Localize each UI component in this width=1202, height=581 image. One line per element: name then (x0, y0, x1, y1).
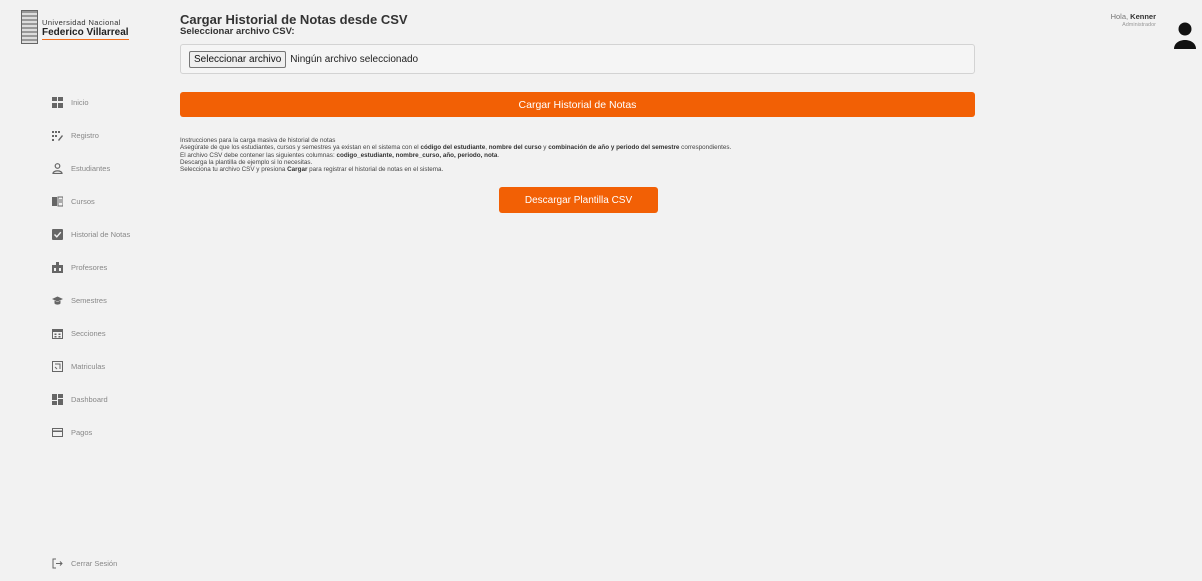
university-logo[interactable]: Universidad Nacional Federico Villarreal (21, 10, 136, 44)
sidebar-item-pagos[interactable]: Pagos (0, 416, 160, 449)
sidebar-item-label: Estudiantes (71, 164, 111, 173)
user-name: Kenner (1130, 12, 1156, 21)
select-file-button[interactable]: Seleccionar archivo (189, 50, 287, 68)
instructions: Instrucciones para la carga masiva de hi… (180, 137, 980, 173)
sidebar-item-label: Pagos (71, 428, 93, 437)
file-status: Ningún archivo seleccionado (290, 53, 419, 65)
page-title: Cargar Historial de Notas desde CSV (180, 12, 408, 27)
instructions-line-2: El archivo CSV debe contener las siguien… (180, 151, 500, 159)
sidebar-item-label: Registro (71, 131, 99, 140)
sidebar-nav: Inicio Registro Estudiantes Cursos Histo… (0, 86, 160, 449)
sidebar-item-historial-de-notas[interactable]: Historial de Notas (0, 218, 160, 251)
sidebar-item-semestres[interactable]: Semestres (0, 284, 160, 317)
sidebar-item-cursos[interactable]: Cursos (0, 185, 160, 218)
sidebar-item-label: Profesores (71, 263, 108, 272)
logout-label: Cerrar Sesión (71, 559, 118, 568)
upload-grades-button[interactable]: Cargar Historial de Notas (180, 92, 975, 117)
instructions-line-1: Asegúrate de que los estudiantes, cursos… (180, 144, 732, 152)
download-template-button[interactable]: Descargar Plantilla CSV (499, 187, 658, 213)
instructions-line-4: Selecciona tu archivo CSV y presiona Car… (180, 166, 444, 174)
sidebar: Universidad Nacional Federico Villarreal… (0, 0, 160, 581)
user-icon (52, 163, 63, 174)
instructions-line-3: Descarga la plantilla de ejemplo si lo n… (180, 158, 313, 166)
sidebar-item-registro[interactable]: Registro (0, 119, 160, 152)
logout-icon (52, 558, 63, 569)
graduation-cap-icon (52, 295, 63, 306)
enrollment-icon (52, 361, 63, 372)
sidebar-item-label: Secciones (71, 329, 106, 338)
file-input[interactable]: Seleccionar archivo Ningún archivo selec… (180, 44, 975, 74)
user-greeting: Hola, Kenner (1110, 12, 1156, 21)
registry-icon (52, 130, 63, 141)
book-icon (52, 196, 63, 207)
sidebar-item-label: Matriculas (71, 362, 106, 371)
sidebar-item-secciones[interactable]: Secciones (0, 317, 160, 350)
sidebar-item-profesores[interactable]: Profesores (0, 251, 160, 284)
sidebar-item-label: Historial de Notas (71, 230, 131, 239)
grid-icon (52, 97, 63, 108)
logout-button[interactable]: Cerrar Sesión (52, 558, 117, 569)
file-field-label: Seleccionar archivo CSV: (180, 26, 295, 37)
sidebar-item-estudiantes[interactable]: Estudiantes (0, 152, 160, 185)
brand-line2: Federico Villarreal (42, 27, 129, 40)
sidebar-item-label: Semestres (71, 296, 107, 305)
sidebar-item-label: Cursos (71, 197, 95, 206)
sidebar-item-label: Dashboard (71, 395, 108, 404)
sidebar-item-dashboard[interactable]: Dashboard (0, 383, 160, 416)
dashboard-icon (52, 394, 63, 405)
teacher-icon (52, 262, 63, 273)
instructions-heading: Instrucciones para la carga masiva de hi… (180, 137, 336, 144)
sidebar-item-label: Inicio (71, 98, 89, 107)
sidebar-item-inicio[interactable]: Inicio (0, 86, 160, 119)
user-role: Administrador (1122, 22, 1156, 28)
brand-line1: Universidad Nacional (42, 18, 121, 27)
university-crest-icon (21, 10, 38, 44)
card-icon (52, 427, 63, 438)
sidebar-item-matriculas[interactable]: Matriculas (0, 350, 160, 383)
checklist-icon (52, 229, 63, 240)
calendar-icon (52, 328, 63, 339)
avatar-icon[interactable] (1174, 22, 1196, 50)
